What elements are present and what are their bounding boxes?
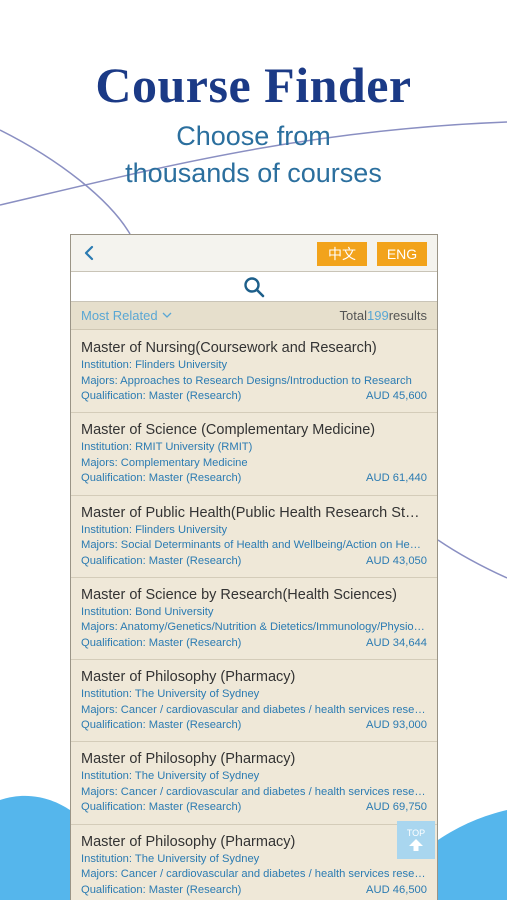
course-title: Master of Public Health(Public Health Re… bbox=[81, 504, 423, 521]
course-institution: Institution: The University of Sydney bbox=[81, 688, 260, 701]
search-bar[interactable] bbox=[71, 272, 437, 302]
course-list: Master of Nursing(Coursework and Researc… bbox=[71, 331, 437, 900]
lang-zh-button[interactable]: 中文 bbox=[317, 242, 367, 266]
top-label: TOP bbox=[406, 828, 426, 838]
course-item[interactable]: Master of Public Health(Public Health Re… bbox=[71, 496, 437, 578]
arrow-up-icon bbox=[409, 839, 423, 851]
search-icon[interactable] bbox=[243, 276, 265, 298]
total-prefix: Total bbox=[339, 308, 367, 323]
course-majors: Majors: Cancer / cardiovascular and diab… bbox=[81, 868, 427, 881]
course-majors: Majors: Social Determinants of Health an… bbox=[81, 539, 427, 552]
phone-screen: 中文 ENG Most Related Total 199 results Ma… bbox=[70, 234, 438, 900]
course-title: Master of Philosophy (Pharmacy) bbox=[81, 751, 296, 768]
course-institution: Institution: The University of Sydney bbox=[81, 852, 260, 865]
scroll-top-button[interactable]: TOP bbox=[397, 821, 435, 859]
course-item[interactable]: Master of Science by Research(Health Sci… bbox=[71, 578, 437, 661]
headline: Course Finder bbox=[95, 57, 412, 113]
lang-en-button[interactable]: ENG bbox=[377, 242, 427, 266]
total-count: 199 bbox=[367, 308, 389, 323]
total-suffix: results bbox=[388, 308, 427, 323]
course-institution: Institution: Flinders University bbox=[81, 359, 228, 371]
course-qualification: Qualification: Master (Research) bbox=[81, 472, 242, 485]
course-majors: Majors: Anatomy/Genetics/Nutrition & Die… bbox=[81, 621, 427, 634]
course-title: Master of Philosophy (Pharmacy) bbox=[81, 669, 296, 686]
course-item[interactable]: Master of Philosophy (Pharmacy) Institut… bbox=[71, 742, 437, 825]
course-title: Master of Science (Complementary Medicin… bbox=[81, 422, 376, 439]
back-button[interactable] bbox=[83, 242, 103, 264]
chevron-left-icon bbox=[84, 245, 94, 261]
course-majors: Majors: Cancer / cardiovascular and diab… bbox=[81, 703, 427, 716]
course-fee: AUD 61,440 bbox=[366, 472, 427, 485]
sort-bar: Most Related Total 199 results bbox=[71, 302, 437, 330]
chevron-down-icon bbox=[162, 312, 172, 318]
sort-label: Most Related bbox=[81, 308, 158, 323]
course-title: Master of Nursing(Coursework and Researc… bbox=[81, 340, 377, 356]
course-fee: AUD 93,000 bbox=[366, 719, 427, 732]
course-majors: Majors: Complementary Medicine bbox=[81, 456, 248, 469]
course-qualification: Qualification: Master (Research) bbox=[81, 719, 242, 732]
top-bar: 中文 ENG bbox=[71, 235, 437, 272]
results-total: Total 199 results bbox=[340, 308, 427, 323]
course-fee: AUD 46,500 bbox=[366, 883, 427, 896]
course-institution: Institution: RMIT University (RMIT) bbox=[81, 441, 253, 454]
course-fee: AUD 34,644 bbox=[366, 636, 427, 649]
course-majors: Majors: Approaches to Research Designs/I… bbox=[81, 374, 412, 387]
course-fee: AUD 43,050 bbox=[366, 554, 427, 567]
sort-dropdown[interactable]: Most Related bbox=[81, 308, 172, 323]
course-qualification: Qualification: Master (Research) bbox=[81, 390, 242, 402]
course-institution: Institution: Flinders University bbox=[81, 523, 228, 536]
course-qualification: Qualification: Master (Research) bbox=[81, 801, 242, 814]
subheadline-line-2: thousands of courses bbox=[125, 158, 382, 188]
course-qualification: Qualification: Master (Research) bbox=[81, 883, 242, 896]
course-title: Master of Philosophy (Pharmacy) bbox=[81, 833, 296, 850]
course-institution: Institution: The University of Sydney bbox=[81, 770, 260, 783]
course-fee: AUD 45,600 bbox=[366, 390, 427, 402]
course-item[interactable]: Master of Philosophy (Pharmacy) Institut… bbox=[71, 825, 437, 900]
course-title: Master of Science by Research(Health Sci… bbox=[81, 586, 397, 603]
course-item[interactable]: Master of Science (Complementary Medicin… bbox=[71, 413, 437, 496]
course-item[interactable]: Master of Philosophy (Pharmacy) Institut… bbox=[71, 660, 437, 743]
course-majors: Majors: Cancer / cardiovascular and diab… bbox=[81, 785, 427, 798]
subheadline-line-1: Choose from bbox=[176, 121, 331, 151]
course-fee: AUD 69,750 bbox=[366, 801, 427, 814]
course-qualification: Qualification: Master (Research) bbox=[81, 554, 242, 567]
course-qualification: Qualification: Master (Research) bbox=[81, 636, 242, 649]
course-institution: Institution: Bond University bbox=[81, 605, 214, 618]
course-item[interactable]: Master of Nursing(Coursework and Researc… bbox=[71, 331, 437, 414]
